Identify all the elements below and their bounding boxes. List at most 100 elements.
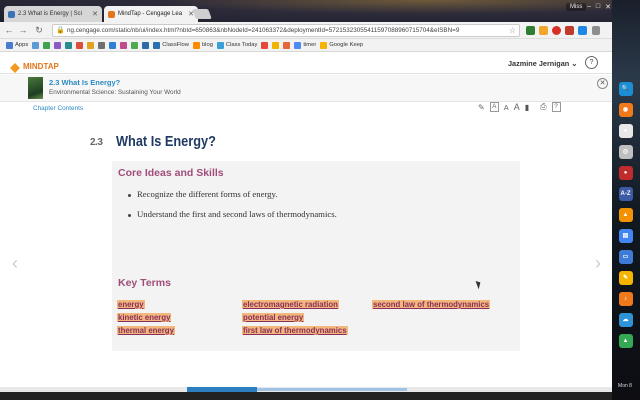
extension-icon[interactable] — [552, 26, 561, 35]
pencil-app-icon[interactable]: ✎ — [618, 271, 633, 285]
bookmark-label: blog — [201, 42, 213, 48]
docs-app-icon[interactable]: ▤ — [618, 229, 633, 243]
mindtap-header: MINDTAP From Cengage Jazmine Jernigan ⌄ … — [0, 52, 612, 79]
window-bottom-edge — [0, 392, 612, 400]
font-size-large-button[interactable]: A — [514, 102, 520, 112]
vlc-app-icon[interactable]: ▲ — [618, 208, 633, 222]
key-term-link[interactable]: kinetic energy — [117, 313, 172, 322]
bookmark-item[interactable] — [87, 41, 95, 49]
new-tab-button[interactable] — [192, 9, 212, 19]
highlight-tool-icon[interactable]: ✎ — [478, 103, 485, 112]
key-term-link[interactable]: first law of thermodynamics — [242, 326, 348, 335]
close-reader-button[interactable]: ✕ — [597, 78, 608, 89]
bookmark-favicon-icon — [87, 41, 95, 49]
key-term-link[interactable]: energy — [117, 300, 145, 309]
audio-app-icon[interactable]: ♪ — [618, 292, 633, 306]
cloud-app-icon[interactable]: ☁ — [618, 313, 633, 327]
key-term-link[interactable]: second law of thermodynamics — [372, 300, 491, 309]
maximize-button[interactable]: □ — [596, 3, 600, 11]
bookmark-favicon-icon — [272, 41, 280, 49]
previous-page-button[interactable]: ‹ — [6, 253, 24, 275]
help-button[interactable]: ? — [585, 56, 598, 69]
window-controls: – □ ✕ — [587, 3, 611, 11]
core-ideas-heading: Core Ideas and Skills — [118, 167, 224, 179]
key-term-link[interactable]: electromagnetic radiation — [242, 300, 339, 309]
close-window-button[interactable]: ✕ — [605, 3, 611, 11]
extension-icon[interactable] — [565, 26, 574, 35]
bookmark-icon[interactable]: ▮ — [525, 103, 529, 112]
bookmark-favicon-icon — [283, 41, 291, 49]
objectives-box: Core Ideas and Skills Recognize the diff… — [112, 161, 520, 351]
chevron-down-icon: ⌄ — [571, 59, 578, 68]
browser-toolbar: ← → ↻ 🔒 ng.cengage.com/static/nb/ui/inde… — [0, 22, 612, 39]
font-size-small-button[interactable]: A — [489, 102, 499, 112]
bookmark-item[interactable] — [76, 41, 84, 49]
section-title: What Is Energy? — [116, 133, 216, 150]
extension-icon[interactable] — [539, 26, 548, 35]
bookmark-favicon-icon — [65, 41, 73, 49]
scrollbar-track-highlight — [257, 388, 407, 391]
bookmark-item[interactable] — [98, 41, 106, 49]
forward-button[interactable]: → — [18, 25, 28, 36]
print-icon[interactable]: ⎙ — [540, 102, 546, 112]
bookmark-item[interactable]: Class Today — [216, 41, 257, 49]
bookmark-favicon-icon — [32, 41, 40, 49]
tab-sci[interactable]: 2.3 What is Energy | Sci ✕ — [4, 6, 102, 22]
bookmark-item[interactable] — [43, 41, 51, 49]
key-term-link[interactable]: potential energy — [242, 313, 305, 322]
menu-icon[interactable] — [592, 26, 600, 35]
objective-text: Understand the first and second laws of … — [137, 209, 337, 219]
bookmark-item[interactable]: Apps — [6, 41, 28, 49]
bookmark-star-icon[interactable]: ☆ — [509, 25, 516, 36]
mindtap-logo-icon — [10, 62, 20, 73]
bookmark-item[interactable] — [272, 41, 280, 49]
address-bar[interactable]: 🔒 ng.cengage.com/static/nb/ui/index.html… — [52, 24, 520, 37]
tab-favicon-icon — [108, 10, 115, 18]
tab-close-icon[interactable]: ✕ — [92, 10, 98, 18]
bookmark-item[interactable] — [109, 41, 117, 49]
book-cover-image — [28, 77, 43, 99]
cd-app-icon[interactable]: ◎ — [618, 145, 633, 159]
reader-help-button[interactable]: ? — [551, 102, 561, 112]
objective-item: Recognize the different forms of energy. — [128, 189, 277, 199]
bookmark-item[interactable]: Google Keep — [320, 41, 363, 49]
bookmark-item[interactable]: timer — [294, 41, 316, 49]
reload-button[interactable]: ↻ — [34, 25, 44, 36]
rss-app-icon[interactable]: ◉ — [618, 103, 633, 117]
font-size-medium-button[interactable]: A — [504, 103, 509, 112]
recorder-app-icon[interactable]: ● — [618, 166, 633, 180]
next-page-button[interactable]: › — [589, 253, 607, 275]
bookmark-item[interactable] — [283, 41, 291, 49]
bookmark-item[interactable] — [54, 41, 62, 49]
drive-app-icon[interactable]: ▲ — [618, 334, 633, 348]
back-button[interactable]: ← — [4, 25, 14, 36]
bookmark-item[interactable]: blog — [192, 41, 213, 49]
tab-mindtap[interactable]: MindTap - Cengage Lea ✕ — [104, 6, 198, 22]
minimize-button[interactable]: – — [587, 3, 591, 11]
user-menu[interactable]: Jazmine Jernigan ⌄ — [508, 59, 577, 68]
extension-icon[interactable] — [578, 26, 587, 35]
extension-icon[interactable] — [526, 26, 535, 35]
bookmark-item[interactable] — [120, 41, 128, 49]
profile-name[interactable]: Miss — [566, 3, 587, 11]
search-app-icon[interactable]: 🔍 — [618, 82, 633, 96]
url-text: ng.cengage.com/static/nb/ui/index.html?n… — [67, 27, 460, 34]
bookmark-item[interactable] — [65, 41, 73, 49]
slides-app-icon[interactable]: ▭ — [618, 250, 633, 264]
bookmark-item[interactable] — [32, 41, 40, 49]
bookmark-favicon-icon — [109, 41, 117, 49]
mindtap-page: MINDTAP From Cengage Jazmine Jernigan ⌄ … — [0, 52, 612, 392]
section-number: 2.3 — [90, 137, 103, 148]
bookmark-item[interactable] — [261, 41, 269, 49]
az-app-icon[interactable]: A-Z — [618, 187, 633, 201]
screen: 2.3 What is Energy | Sci ✕ MindTap - Cen… — [0, 0, 640, 400]
course-subtitle: Environmental Science: Sustaining Your W… — [49, 89, 181, 96]
bookmark-favicon-icon — [153, 41, 161, 49]
chapter-contents-link[interactable]: Chapter Contents — [33, 105, 83, 112]
bookmark-item[interactable] — [131, 41, 139, 49]
chrome-app-icon[interactable]: ● — [618, 124, 633, 138]
bookmark-item[interactable] — [142, 41, 150, 49]
key-term-link[interactable]: thermal energy — [117, 326, 175, 335]
bookmark-item[interactable]: ClassFlow — [153, 41, 189, 49]
side-dock: 🔍 ◉ ● ◎ ● A-Z ▲ ▤ ▭ ✎ ♪ ☁ ▲ — [613, 82, 638, 382]
